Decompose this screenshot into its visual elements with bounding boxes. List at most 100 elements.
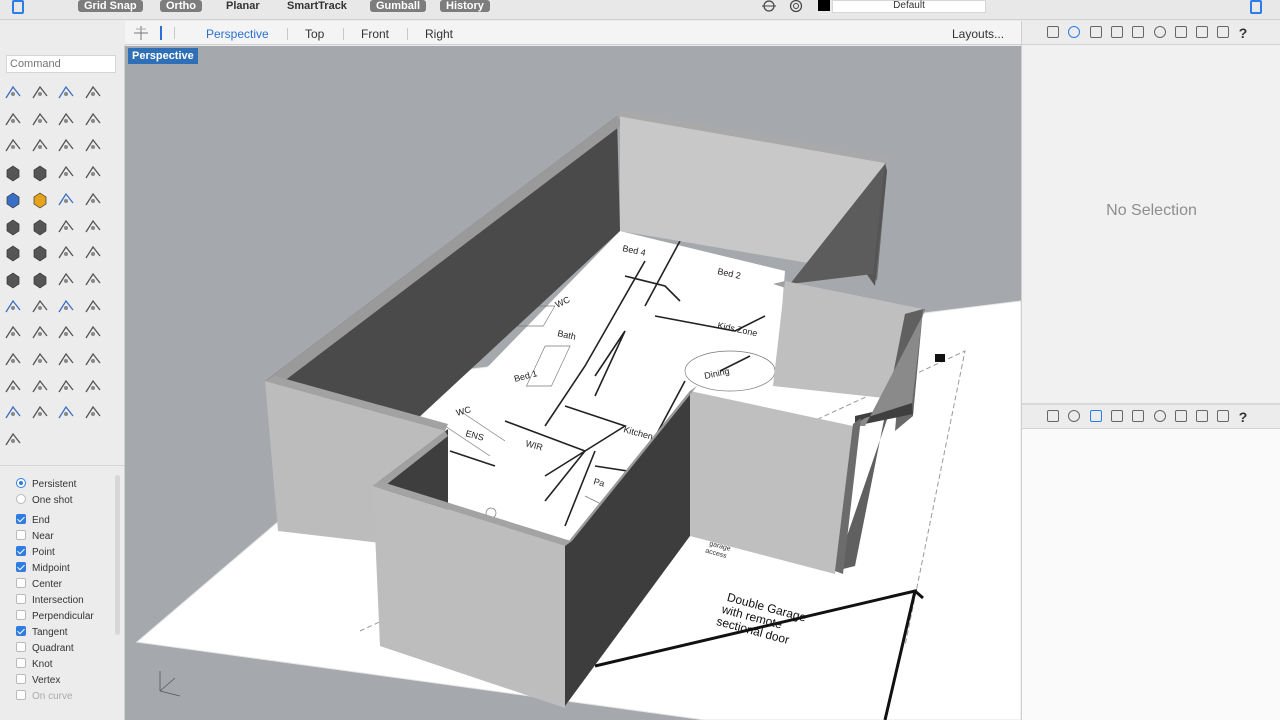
- osnap-near[interactable]: Near: [16, 530, 54, 544]
- snap-toggle-planar[interactable]: Planar: [220, 0, 266, 12]
- layer-color-swatch[interactable]: [818, 0, 830, 11]
- boolean-icon[interactable]: [82, 216, 104, 238]
- select-arrow-icon[interactable]: [2, 82, 24, 104]
- panel-toggle-icon[interactable]: [1250, 0, 1262, 14]
- viewport-label[interactable]: Perspective: [128, 48, 198, 64]
- tab-right[interactable]: Right: [425, 27, 453, 41]
- document-icon[interactable]: [1089, 26, 1102, 38]
- extrude-icon[interactable]: [55, 189, 77, 211]
- display-icon[interactable]: [1196, 410, 1209, 422]
- join-icon[interactable]: [29, 216, 51, 238]
- lock-icon[interactable]: [29, 376, 51, 398]
- pan-icon[interactable]: [55, 349, 77, 371]
- osnap-scrollbar[interactable]: [115, 475, 120, 635]
- osnap-intersection[interactable]: Intersection: [16, 594, 84, 608]
- grid-icon[interactable]: [55, 269, 77, 291]
- edit-points-icon[interactable]: [2, 296, 24, 318]
- split-icon[interactable]: [55, 216, 77, 238]
- dimension-icon[interactable]: [29, 242, 51, 264]
- trim-icon[interactable]: [2, 216, 24, 238]
- osnap-target-icon[interactable]: [760, 0, 778, 14]
- explode-icon[interactable]: [29, 189, 51, 211]
- command-input[interactable]: [6, 55, 116, 73]
- solid-edit-icon[interactable]: [82, 162, 104, 184]
- ellipse-icon[interactable]: [29, 109, 51, 131]
- libraries-icon[interactable]: [1174, 26, 1187, 38]
- snap-toggle-ortho[interactable]: Ortho: [160, 0, 202, 12]
- osnap-tangent[interactable]: Tangent: [16, 626, 68, 640]
- properties-icon[interactable]: [1068, 26, 1081, 38]
- box-icon[interactable]: [2, 162, 24, 184]
- materials-icon[interactable]: [1153, 26, 1166, 38]
- coordinates-icon[interactable]: [2, 429, 24, 451]
- notes-icon[interactable]: [1217, 410, 1230, 422]
- osnap-center[interactable]: Center: [16, 578, 62, 592]
- grid-layout-icon[interactable]: [132, 25, 150, 41]
- point-icon[interactable]: [29, 82, 51, 104]
- snap-toggle-grid-snap[interactable]: Grid Snap: [78, 0, 143, 12]
- mesh-icon[interactable]: [2, 189, 24, 211]
- materials-icon[interactable]: [1153, 410, 1166, 422]
- environment-icon[interactable]: [55, 402, 77, 424]
- object-icon[interactable]: [1110, 26, 1123, 38]
- layouts-button[interactable]: Layouts...: [952, 27, 1004, 41]
- light-icon[interactable]: [2, 376, 24, 398]
- circle-icon[interactable]: [2, 109, 24, 131]
- render-icon[interactable]: [82, 296, 104, 318]
- render-icon[interactable]: [1132, 410, 1145, 422]
- layers-icon[interactable]: [1047, 410, 1059, 422]
- layer-box-icon[interactable]: [2, 269, 24, 291]
- revolve-icon[interactable]: [82, 135, 104, 157]
- current-layer-dropdown[interactable]: Default: [832, 0, 986, 13]
- sidebar-toggle-icon[interactable]: [12, 0, 24, 14]
- render-icon[interactable]: [1132, 26, 1145, 38]
- osnap-perpendicular[interactable]: Perpendicular: [16, 610, 94, 624]
- osnap-knot[interactable]: Knot: [16, 658, 53, 672]
- sphere-icon[interactable]: [29, 162, 51, 184]
- osnap-midpoint[interactable]: Midpoint: [16, 562, 70, 576]
- arc-icon[interactable]: [2, 135, 24, 157]
- snap-toggle-history[interactable]: History: [440, 0, 490, 12]
- display-icon[interactable]: [1196, 26, 1209, 38]
- filter-icon[interactable]: [787, 0, 805, 14]
- document-icon[interactable]: [1089, 410, 1102, 422]
- tab-perspective[interactable]: Perspective: [206, 27, 269, 41]
- cylinder-icon[interactable]: [55, 162, 77, 184]
- check-icon[interactable]: [29, 296, 51, 318]
- rotate-view-icon[interactable]: [2, 349, 24, 371]
- named-view-icon[interactable]: [82, 349, 104, 371]
- camera-icon[interactable]: [82, 402, 104, 424]
- offset-icon[interactable]: [82, 189, 104, 211]
- osnap-mode-one-shot[interactable]: One shot: [16, 494, 73, 508]
- help-icon[interactable]: ?: [1239, 26, 1253, 40]
- curve-icon[interactable]: [82, 82, 104, 104]
- osnap-on-curve[interactable]: On curve: [16, 690, 73, 704]
- car-icon[interactable]: [29, 349, 51, 371]
- render-preview-icon[interactable]: [29, 402, 51, 424]
- group-icon[interactable]: [55, 242, 77, 264]
- osnap-quadrant[interactable]: Quadrant: [16, 642, 74, 656]
- rectangle-icon[interactable]: [82, 109, 104, 131]
- tab-top[interactable]: Top: [305, 27, 324, 41]
- help-icon[interactable]: ?: [1239, 410, 1253, 424]
- osnap-vertex[interactable]: Vertex: [16, 674, 60, 688]
- display-icon[interactable]: [2, 402, 24, 424]
- array-icon[interactable]: [29, 269, 51, 291]
- libraries-icon[interactable]: [1174, 410, 1187, 422]
- transform-icon[interactable]: [82, 269, 104, 291]
- properties-icon[interactable]: [1068, 410, 1081, 422]
- snap-toggle-smarttrack[interactable]: SmartTrack: [281, 0, 353, 12]
- zoom-selected-icon[interactable]: [82, 322, 104, 344]
- fillet-icon[interactable]: [29, 135, 51, 157]
- osnap-end[interactable]: End: [16, 514, 50, 528]
- block-icon[interactable]: [82, 242, 104, 264]
- osnap-point[interactable]: Point: [16, 546, 55, 560]
- zoom-icon[interactable]: [2, 322, 24, 344]
- analyze-icon[interactable]: [55, 296, 77, 318]
- text-icon[interactable]: [2, 242, 24, 264]
- notes-icon[interactable]: [1217, 26, 1230, 38]
- snap-toggle-gumball[interactable]: Gumball: [370, 0, 427, 12]
- layers-icon[interactable]: [1047, 26, 1059, 38]
- zoom-extents-icon[interactable]: [55, 322, 77, 344]
- object-icon[interactable]: [1110, 410, 1123, 422]
